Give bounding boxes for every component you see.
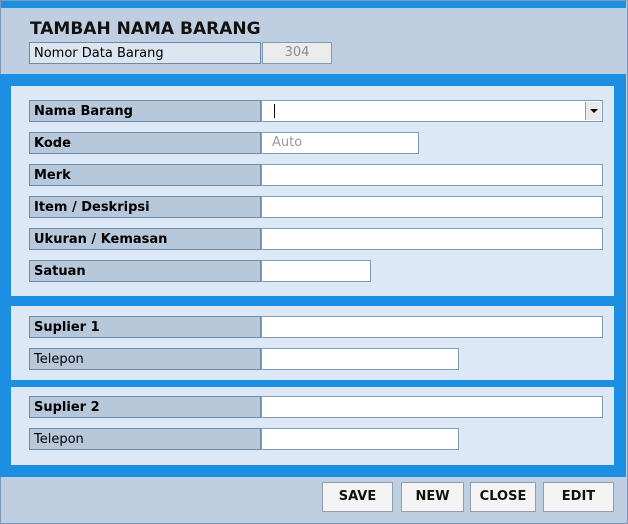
close-button[interactable]: CLOSE [470,482,536,512]
merk-field[interactable] [261,164,603,186]
suplier1-telepon-label: Telepon [29,348,261,370]
merk-label: Merk [29,164,261,186]
suplier2-telepon-field[interactable] [261,428,459,450]
item-deskripsi-field[interactable] [261,196,603,218]
new-button[interactable]: NEW [401,482,464,512]
save-button[interactable]: SAVE [322,482,393,512]
window-top-bar [1,1,626,8]
suplier2-field[interactable] [261,396,603,418]
satuan-field[interactable] [261,260,371,282]
nomor-data-label: Nomor Data Barang [29,42,261,64]
item-deskripsi-label: Item / Deskripsi [29,196,261,218]
chevron-down-icon[interactable] [585,102,601,120]
ukuran-kemasan-label: Ukuran / Kemasan [29,228,261,250]
satuan-label: Satuan [29,260,261,282]
ukuran-kemasan-field[interactable] [261,228,603,250]
edit-button[interactable]: EDIT [543,482,614,512]
text-caret [274,104,275,118]
suplier2-telepon-label: Telepon [29,428,261,450]
suplier1-label: Suplier 1 [29,316,261,338]
kode-field[interactable]: Auto [261,132,419,154]
kode-label: Kode [29,132,261,154]
nama-barang-label: Nama Barang [29,100,261,122]
form-title: TAMBAH NAMA BARANG [30,19,261,39]
suplier1-telepon-field[interactable] [261,348,459,370]
nama-barang-dropdown[interactable] [261,100,603,122]
nomor-data-value: 304 [262,42,332,64]
suplier2-label: Suplier 2 [29,396,261,418]
suplier1-field[interactable] [261,316,603,338]
